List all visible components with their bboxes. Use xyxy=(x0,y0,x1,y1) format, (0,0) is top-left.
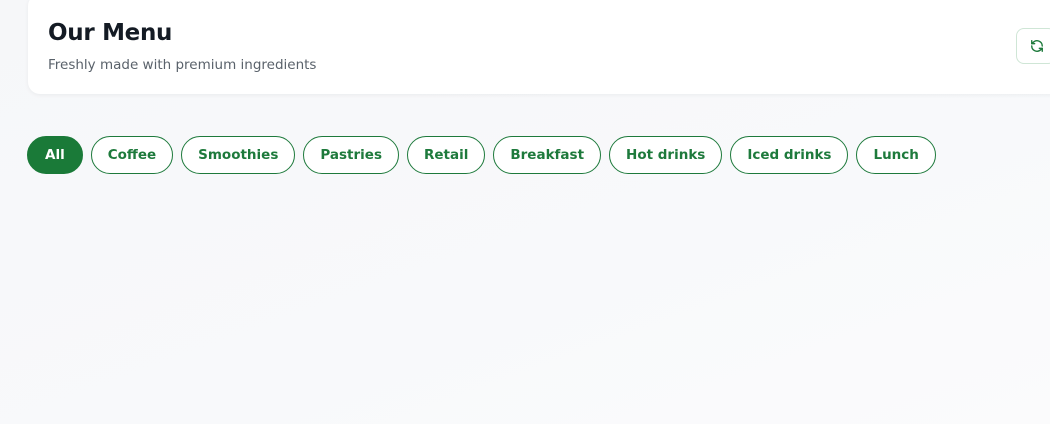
category-filter-bar: All Coffee Smoothies Pastries Retail Bre… xyxy=(27,136,936,174)
menu-header-card: Our Menu Freshly made with premium ingre… xyxy=(28,0,1050,94)
page-subtitle: Freshly made with premium ingredients xyxy=(48,57,317,73)
filter-chip-pastries[interactable]: Pastries xyxy=(303,136,399,174)
filter-chip-smoothies[interactable]: Smoothies xyxy=(181,136,296,174)
filter-chip-all[interactable]: All xyxy=(27,136,83,174)
refresh-button[interactable] xyxy=(1016,28,1050,64)
filter-chip-retail[interactable]: Retail xyxy=(406,136,486,174)
filter-chip-lunch[interactable]: Lunch xyxy=(856,136,936,174)
filter-chip-coffee[interactable]: Coffee xyxy=(90,136,174,174)
filter-chip-breakfast[interactable]: Breakfast xyxy=(493,136,602,174)
refresh-icon xyxy=(1031,40,1043,52)
filter-chip-iced-drinks[interactable]: Iced drinks xyxy=(730,136,849,174)
page-title: Our Menu xyxy=(48,20,173,46)
menu-page: Our Menu Freshly made with premium ingre… xyxy=(0,0,1050,424)
filter-chip-hot-drinks[interactable]: Hot drinks xyxy=(609,136,723,174)
